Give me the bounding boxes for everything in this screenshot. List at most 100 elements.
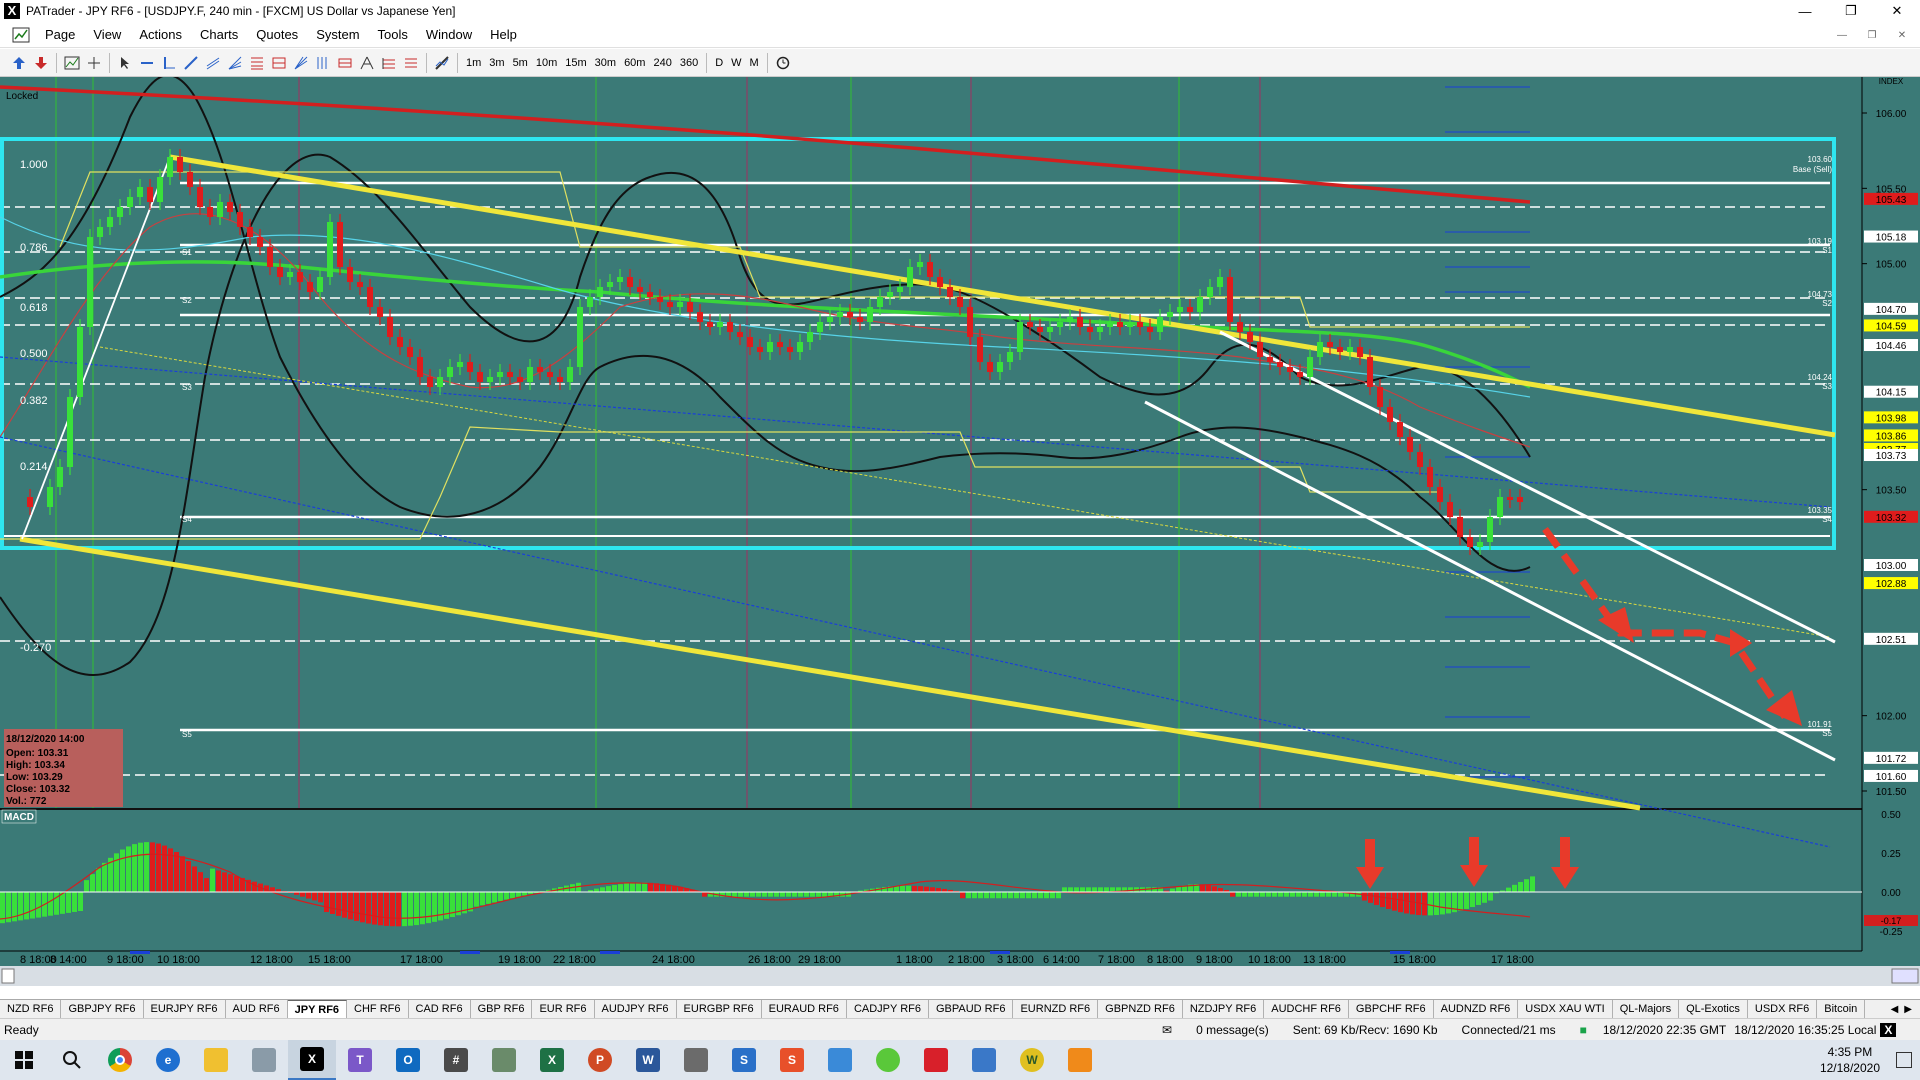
pitchfork-icon[interactable] xyxy=(378,52,400,74)
pointer-icon[interactable] xyxy=(114,52,136,74)
clock-icon[interactable] xyxy=(772,52,794,74)
notification-icon[interactable] xyxy=(1896,1052,1912,1068)
symbol-tab[interactable]: QL-Majors xyxy=(1613,1000,1680,1018)
symbol-tab[interactable]: EURAUD RF6 xyxy=(762,1000,847,1018)
symbol-tab[interactable]: AUDJPY RF6 xyxy=(595,1000,677,1018)
symbol-tab[interactable]: NZD RF6 xyxy=(0,1000,62,1018)
timeframe-10m[interactable]: 10m xyxy=(532,52,561,74)
teams-icon[interactable]: T xyxy=(336,1040,384,1080)
symbol-tab[interactable]: EURNZD RF6 xyxy=(1013,1000,1099,1018)
word-icon[interactable]: W xyxy=(624,1040,672,1080)
menu-charts[interactable]: Charts xyxy=(191,27,247,42)
text-tool-icon[interactable] xyxy=(356,52,378,74)
symbol-tab[interactable]: USDX RF6 xyxy=(1748,1000,1818,1018)
search-icon[interactable] xyxy=(48,1040,96,1080)
sell-tool-icon[interactable] xyxy=(30,52,52,74)
child-restore-button[interactable]: ❐ xyxy=(1860,26,1884,44)
child-minimize-button[interactable]: — xyxy=(1830,26,1854,44)
symbol-tab[interactable]: JPY RF6 xyxy=(287,1000,348,1018)
skype-icon[interactable]: S xyxy=(720,1040,768,1080)
crosshair-icon[interactable] xyxy=(83,52,105,74)
chart-canvas[interactable]: 18/12/2020 14:00 Open: 103.31 High: 103.… xyxy=(0,77,1920,986)
zoom-buttons[interactable] xyxy=(1891,968,1919,984)
symbol-tab[interactable]: GBPAUD RF6 xyxy=(929,1000,1014,1018)
timeframe-360[interactable]: 360 xyxy=(676,52,702,74)
taskbar-clock[interactable]: 4:35 PM 12/18/2020 xyxy=(1820,1044,1880,1076)
menu-tools[interactable]: Tools xyxy=(369,27,417,42)
symbol-tab[interactable]: CADJPY RF6 xyxy=(847,1000,929,1018)
menu-quotes[interactable]: Quotes xyxy=(247,27,307,42)
pencil-draw-icon[interactable] xyxy=(431,52,453,74)
menu-help[interactable]: Help xyxy=(481,27,526,42)
scroll-left-button[interactable] xyxy=(1,968,15,984)
channel-icon[interactable] xyxy=(202,52,224,74)
chart-type-icon[interactable] xyxy=(61,52,83,74)
period-monthly[interactable]: M xyxy=(746,52,763,74)
vertical-line-icon[interactable] xyxy=(158,52,180,74)
chrome-icon[interactable] xyxy=(96,1040,144,1080)
symbol-tab[interactable]: Bitcoin xyxy=(1817,1000,1866,1018)
symbol-tab[interactable]: CHF RF6 xyxy=(347,1000,409,1018)
gann-icon[interactable] xyxy=(290,52,312,74)
computer-icon[interactable] xyxy=(960,1040,1008,1080)
horizontal-line-icon[interactable] xyxy=(136,52,158,74)
menu-window[interactable]: Window xyxy=(417,27,481,42)
symbol-tab[interactable]: QL-Exotics xyxy=(1679,1000,1748,1018)
winamp-icon[interactable]: W xyxy=(1008,1040,1056,1080)
windows-start-icon[interactable] xyxy=(0,1040,48,1080)
snip-icon[interactable]: S xyxy=(768,1040,816,1080)
minimize-button[interactable]: — xyxy=(1782,0,1828,22)
outlook-icon[interactable]: O xyxy=(384,1040,432,1080)
symbol-tab[interactable]: GBP RF6 xyxy=(471,1000,533,1018)
calculator-icon[interactable]: # xyxy=(432,1040,480,1080)
vlc-icon[interactable] xyxy=(1056,1040,1104,1080)
symbol-tab[interactable]: EURGBP RF6 xyxy=(677,1000,762,1018)
timeframe-30m[interactable]: 30m xyxy=(591,52,620,74)
symbol-tab[interactable]: EUR RF6 xyxy=(532,1000,595,1018)
red-app-icon[interactable] xyxy=(912,1040,960,1080)
excel-pivot-icon[interactable] xyxy=(480,1040,528,1080)
patrader-icon[interactable]: X xyxy=(288,1040,336,1080)
fib-fan-icon[interactable] xyxy=(224,52,246,74)
notes-icon[interactable] xyxy=(240,1040,288,1080)
mail-icon[interactable]: ✉ xyxy=(1150,1023,1184,1037)
excel-icon[interactable]: X xyxy=(528,1040,576,1080)
symbol-tab[interactable]: NZDJPY RF6 xyxy=(1183,1000,1265,1018)
timeframe-240[interactable]: 240 xyxy=(649,52,675,74)
symbol-tab[interactable]: GBPJPY RF6 xyxy=(61,1000,144,1018)
fib-extension-icon[interactable] xyxy=(268,52,290,74)
green-app-icon[interactable] xyxy=(864,1040,912,1080)
regression-icon[interactable] xyxy=(334,52,356,74)
powerpoint-icon[interactable]: P xyxy=(576,1040,624,1080)
menu-view[interactable]: View xyxy=(84,27,130,42)
file-explorer-icon[interactable] xyxy=(192,1040,240,1080)
speed-lines-icon[interactable] xyxy=(400,52,422,74)
menu-system[interactable]: System xyxy=(307,27,368,42)
tab-scroll-left-icon[interactable]: ◀ xyxy=(1891,1004,1899,1015)
symbol-tab[interactable]: AUDCHF RF6 xyxy=(1264,1000,1349,1018)
symbol-tab[interactable]: USDX XAU WTI xyxy=(1518,1000,1613,1018)
edge-icon[interactable]: e xyxy=(144,1040,192,1080)
symbol-tab[interactable]: GBPNZD RF6 xyxy=(1098,1000,1183,1018)
price-chart[interactable]: 18/12/2020 14:00 Open: 103.31 High: 103.… xyxy=(0,77,1920,986)
period-daily[interactable]: D xyxy=(711,52,727,74)
close-button[interactable]: ✕ xyxy=(1874,0,1920,22)
symbol-tab[interactable]: CAD RF6 xyxy=(409,1000,471,1018)
timeframe-1m[interactable]: 1m xyxy=(462,52,485,74)
archive-icon[interactable] xyxy=(672,1040,720,1080)
buy-tool-icon[interactable] xyxy=(8,52,30,74)
timeframe-60m[interactable]: 60m xyxy=(620,52,649,74)
symbol-tab[interactable]: AUD RF6 xyxy=(226,1000,288,1018)
symbol-tab[interactable]: AUDNZD RF6 xyxy=(1434,1000,1519,1018)
tab-scroll-right-icon[interactable]: ▶ xyxy=(1904,1004,1912,1015)
menu-actions[interactable]: Actions xyxy=(130,27,191,42)
child-close-button[interactable]: ✕ xyxy=(1890,26,1914,44)
timeframe-15m[interactable]: 15m xyxy=(561,52,590,74)
maximize-button[interactable]: ❐ xyxy=(1828,0,1874,22)
timeframe-3m[interactable]: 3m xyxy=(485,52,508,74)
menu-page[interactable]: Page xyxy=(36,27,84,42)
symbol-tab[interactable]: GBPCHF RF6 xyxy=(1349,1000,1434,1018)
status-messages[interactable]: 0 message(s) xyxy=(1184,1023,1281,1037)
fib-retracement-icon[interactable] xyxy=(246,52,268,74)
trendline-icon[interactable] xyxy=(180,52,202,74)
